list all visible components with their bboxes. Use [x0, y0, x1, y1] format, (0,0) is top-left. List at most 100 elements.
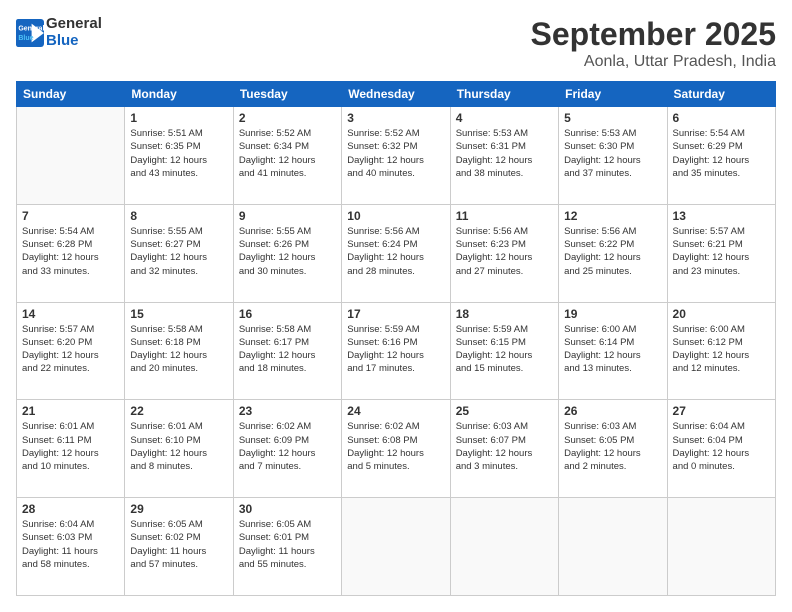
day-number: 23 [239, 404, 336, 418]
day-number: 17 [347, 307, 444, 321]
calendar-cell: 9 Sunrise: 5:55 AM Sunset: 6:26 PM Daylig… [233, 204, 341, 302]
day-info: Sunrise: 6:04 AM Sunset: 6:03 PM Dayligh… [22, 518, 119, 571]
day-number: 21 [22, 404, 119, 418]
calendar-cell: 25 Sunrise: 6:03 AM Sunset: 6:07 PM Dayli… [450, 400, 558, 498]
calendar-cell: 26 Sunrise: 6:03 AM Sunset: 6:05 PM Dayli… [559, 400, 667, 498]
day-info: Sunrise: 5:59 AM Sunset: 6:15 PM Dayligh… [456, 323, 553, 376]
calendar-cell: 23 Sunrise: 6:02 AM Sunset: 6:09 PM Dayli… [233, 400, 341, 498]
calendar-cell: 19 Sunrise: 6:00 AM Sunset: 6:14 PM Dayli… [559, 302, 667, 400]
day-number: 13 [673, 209, 770, 223]
weekday-header-friday: Friday [559, 82, 667, 107]
day-number: 10 [347, 209, 444, 223]
calendar-cell: 1 Sunrise: 5:51 AM Sunset: 6:35 PM Daylig… [125, 107, 233, 205]
calendar-cell: 6Sunrise: 5:54 AM Sunset: 6:29 PM Daylig… [667, 107, 775, 205]
svg-text:Blue: Blue [18, 35, 33, 42]
day-info: Sunrise: 6:02 AM Sunset: 6:08 PM Dayligh… [347, 420, 444, 473]
logo-line2: Blue [46, 33, 102, 50]
calendar-cell: 12 Sunrise: 5:56 AM Sunset: 6:22 PM Dayli… [559, 204, 667, 302]
day-number: 27 [673, 404, 770, 418]
day-info: Sunrise: 5:59 AM Sunset: 6:16 PM Dayligh… [347, 323, 444, 376]
day-number: 18 [456, 307, 553, 321]
calendar-cell: 29 Sunrise: 6:05 AM Sunset: 6:02 PM Dayli… [125, 498, 233, 596]
calendar-cell: 10 Sunrise: 5:56 AM Sunset: 6:24 PM Dayli… [342, 204, 450, 302]
day-number: 28 [22, 502, 119, 516]
day-number: 25 [456, 404, 553, 418]
day-number: 26 [564, 404, 661, 418]
day-info: Sunrise: 5:53 AM Sunset: 6:31 PM Dayligh… [456, 127, 553, 180]
calendar-cell: 30 Sunrise: 6:05 AM Sunset: 6:01 PM Dayli… [233, 498, 341, 596]
day-info: Sunrise: 5:54 AM Sunset: 6:29 PM Dayligh… [673, 127, 770, 180]
day-number: 19 [564, 307, 661, 321]
weekday-header-sunday: Sunday [17, 82, 125, 107]
day-number: 29 [130, 502, 227, 516]
day-info: Sunrise: 5:58 AM Sunset: 6:17 PM Dayligh… [239, 323, 336, 376]
day-info: Sunrise: 5:51 AM Sunset: 6:35 PM Dayligh… [130, 127, 227, 180]
day-info: Sunrise: 6:02 AM Sunset: 6:09 PM Dayligh… [239, 420, 336, 473]
calendar-cell: 7 Sunrise: 5:54 AM Sunset: 6:28 PM Daylig… [17, 204, 125, 302]
day-info: Sunrise: 6:01 AM Sunset: 6:10 PM Dayligh… [130, 420, 227, 473]
day-number: 24 [347, 404, 444, 418]
calendar-table: SundayMondayTuesdayWednesdayThursdayFrid… [16, 81, 776, 596]
day-info: Sunrise: 6:03 AM Sunset: 6:07 PM Dayligh… [456, 420, 553, 473]
day-info: Sunrise: 6:03 AM Sunset: 6:05 PM Dayligh… [564, 420, 661, 473]
day-info: Sunrise: 6:00 AM Sunset: 6:12 PM Dayligh… [673, 323, 770, 376]
calendar-cell: 5 Sunrise: 5:53 AM Sunset: 6:30 PM Daylig… [559, 107, 667, 205]
weekday-header-saturday: Saturday [667, 82, 775, 107]
day-number: 20 [673, 307, 770, 321]
day-info: Sunrise: 6:05 AM Sunset: 6:02 PM Dayligh… [130, 518, 227, 571]
calendar-cell: 16 Sunrise: 5:58 AM Sunset: 6:17 PM Dayli… [233, 302, 341, 400]
day-number: 4 [456, 111, 553, 125]
calendar-cell: 21 Sunrise: 6:01 AM Sunset: 6:11 PM Dayli… [17, 400, 125, 498]
day-info: Sunrise: 6:05 AM Sunset: 6:01 PM Dayligh… [239, 518, 336, 571]
calendar-cell [17, 107, 125, 205]
calendar-cell: 14 Sunrise: 5:57 AM Sunset: 6:20 PM Dayli… [17, 302, 125, 400]
logo-icon: General Blue [16, 19, 44, 47]
day-info: Sunrise: 5:57 AM Sunset: 6:21 PM Dayligh… [673, 225, 770, 278]
calendar-cell: 17 Sunrise: 5:59 AM Sunset: 6:16 PM Dayli… [342, 302, 450, 400]
day-info: Sunrise: 5:56 AM Sunset: 6:24 PM Dayligh… [347, 225, 444, 278]
day-info: Sunrise: 5:55 AM Sunset: 6:26 PM Dayligh… [239, 225, 336, 278]
weekday-header-monday: Monday [125, 82, 233, 107]
day-number: 1 [130, 111, 227, 125]
day-number: 14 [22, 307, 119, 321]
day-info: Sunrise: 5:55 AM Sunset: 6:27 PM Dayligh… [130, 225, 227, 278]
calendar-cell: 8Sunrise: 5:55 AM Sunset: 6:27 PM Daylig… [125, 204, 233, 302]
calendar-cell: 22Sunrise: 6:01 AM Sunset: 6:10 PM Dayli… [125, 400, 233, 498]
calendar-cell: 13 Sunrise: 5:57 AM Sunset: 6:21 PM Dayli… [667, 204, 775, 302]
day-number: 30 [239, 502, 336, 516]
weekday-header-thursday: Thursday [450, 82, 558, 107]
calendar-cell: 2Sunrise: 5:52 AM Sunset: 6:34 PM Daylig… [233, 107, 341, 205]
logo-line1: General [46, 16, 102, 33]
day-info: Sunrise: 5:57 AM Sunset: 6:20 PM Dayligh… [22, 323, 119, 376]
day-info: Sunrise: 5:54 AM Sunset: 6:28 PM Dayligh… [22, 225, 119, 278]
day-info: Sunrise: 5:53 AM Sunset: 6:30 PM Dayligh… [564, 127, 661, 180]
calendar-cell [450, 498, 558, 596]
day-info: Sunrise: 5:56 AM Sunset: 6:22 PM Dayligh… [564, 225, 661, 278]
day-number: 12 [564, 209, 661, 223]
day-number: 3 [347, 111, 444, 125]
calendar-cell: 18 Sunrise: 5:59 AM Sunset: 6:15 PM Dayli… [450, 302, 558, 400]
day-info: Sunrise: 6:04 AM Sunset: 6:04 PM Dayligh… [673, 420, 770, 473]
day-number: 7 [22, 209, 119, 223]
day-info: Sunrise: 5:52 AM Sunset: 6:34 PM Dayligh… [239, 127, 336, 180]
calendar-cell: 24 Sunrise: 6:02 AM Sunset: 6:08 PM Dayli… [342, 400, 450, 498]
calendar-cell [342, 498, 450, 596]
day-number: 9 [239, 209, 336, 223]
day-number: 5 [564, 111, 661, 125]
title-block: September 2025 Aonla, Uttar Pradesh, Ind… [531, 16, 776, 71]
calendar-cell: 4 Sunrise: 5:53 AM Sunset: 6:31 PM Daylig… [450, 107, 558, 205]
day-info: Sunrise: 5:52 AM Sunset: 6:32 PM Dayligh… [347, 127, 444, 180]
logo: General Blue General Blue [16, 16, 102, 49]
calendar-cell: 28 Sunrise: 6:04 AM Sunset: 6:03 PM Dayli… [17, 498, 125, 596]
calendar-cell: 27 Sunrise: 6:04 AM Sunset: 6:04 PM Dayli… [667, 400, 775, 498]
day-number: 15 [130, 307, 227, 321]
calendar-cell: 11Sunrise: 5:56 AM Sunset: 6:23 PM Dayli… [450, 204, 558, 302]
calendar-cell [559, 498, 667, 596]
calendar-cell: 15Sunrise: 5:58 AM Sunset: 6:18 PM Dayli… [125, 302, 233, 400]
day-info: Sunrise: 6:01 AM Sunset: 6:11 PM Dayligh… [22, 420, 119, 473]
weekday-header-tuesday: Tuesday [233, 82, 341, 107]
day-info: Sunrise: 6:00 AM Sunset: 6:14 PM Dayligh… [564, 323, 661, 376]
calendar-cell [667, 498, 775, 596]
calendar-cell: 3 Sunrise: 5:52 AM Sunset: 6:32 PM Daylig… [342, 107, 450, 205]
day-number: 16 [239, 307, 336, 321]
